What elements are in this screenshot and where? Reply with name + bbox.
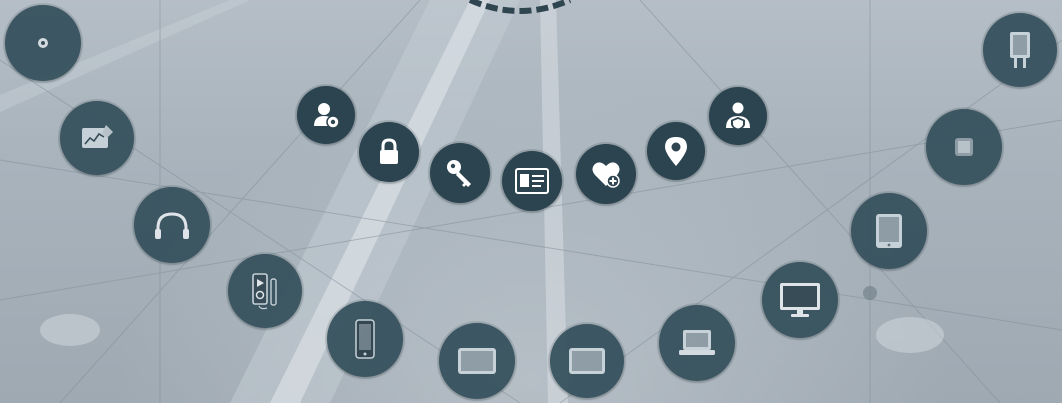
- smartphone-node: [327, 301, 403, 377]
- music-player-node: [228, 254, 302, 328]
- id-card-node: [502, 151, 562, 211]
- tablet-chart-node: [60, 101, 134, 175]
- desktop-monitor-node: [762, 262, 838, 338]
- heart-plus-node: [576, 144, 636, 204]
- key-icon: [447, 160, 471, 187]
- location-pin-icon: [665, 137, 687, 166]
- tablet-landscape-node: [550, 324, 624, 398]
- heart-plus-icon: [592, 162, 620, 188]
- user-shield-icon: [726, 102, 750, 130]
- key-node: [430, 143, 490, 203]
- tablet-portrait-icon: [876, 214, 902, 248]
- tablet-portrait-node: [851, 193, 927, 269]
- tablet-landscape-icon: [458, 348, 496, 374]
- network-illustration: [0, 0, 1062, 403]
- smartwatch-icon: [955, 138, 973, 156]
- laptop-node: [659, 305, 735, 381]
- user-settings-node: [297, 86, 355, 144]
- camera-lens-icon: [38, 38, 48, 48]
- music-player-icon: [252, 273, 277, 310]
- hand-right: [876, 317, 944, 353]
- headphones-icon: [155, 212, 189, 239]
- id-card-icon: [515, 168, 549, 194]
- headphones-node: [134, 187, 210, 263]
- desktop-monitor-icon: [780, 283, 820, 317]
- usb-drive-node: [983, 13, 1057, 87]
- lock-node: [359, 122, 419, 182]
- tablet-landscape-node: [439, 323, 515, 399]
- usb-drive-icon: [1010, 32, 1030, 68]
- location-pin-node: [647, 122, 705, 180]
- camera-lens-node: [5, 5, 81, 81]
- hand-left: [40, 314, 100, 346]
- lock-icon: [380, 138, 398, 164]
- smartwatch-node: [926, 109, 1002, 185]
- user-settings-icon: [314, 103, 340, 129]
- network-dot: [863, 286, 877, 300]
- smartphone-icon: [355, 319, 375, 359]
- tablet-chart-icon: [82, 125, 113, 148]
- laptop-icon: [679, 330, 715, 355]
- user-shield-node: [709, 87, 767, 145]
- tablet-landscape-icon: [569, 348, 605, 374]
